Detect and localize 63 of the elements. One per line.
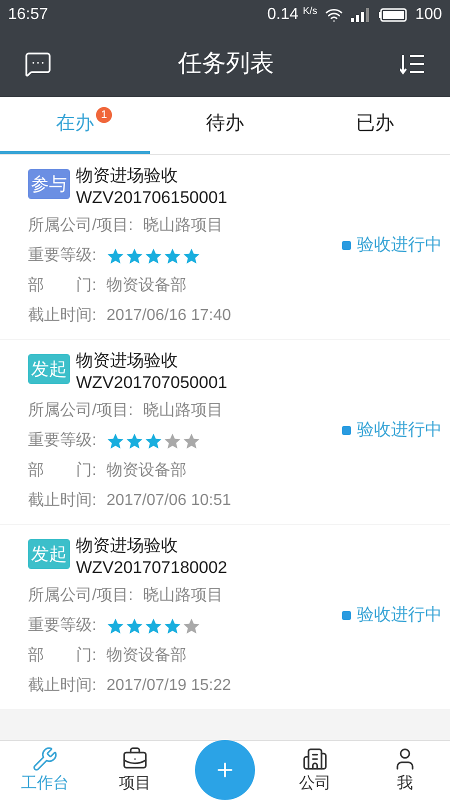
filled-star-icon bbox=[144, 616, 164, 636]
signal-icon bbox=[351, 8, 372, 22]
battery-icon bbox=[379, 8, 408, 22]
nav-tab[interactable]: 我 bbox=[360, 746, 450, 796]
network-speed: 0.14 $^{K/s}$ bbox=[267, 5, 318, 25]
field-value: 2017/06/16 17:40 bbox=[106, 306, 232, 326]
field-value: 物资设备部 bbox=[106, 276, 186, 296]
field-value: 物资设备部 bbox=[106, 460, 186, 481]
field-label: 部 门: bbox=[28, 276, 96, 296]
nav-tab[interactable]: 项目 bbox=[90, 746, 180, 796]
field-value: 2017/07/19 15:22 bbox=[106, 676, 232, 696]
filled-star-icon bbox=[125, 246, 144, 266]
field-value: 物资设备部 bbox=[106, 646, 186, 666]
field-value: 晓山路项目 bbox=[142, 586, 223, 606]
tab[interactable]: 待办 bbox=[150, 97, 300, 154]
field-label: 截止时间: bbox=[28, 490, 96, 511]
notification-badge: 1 bbox=[96, 107, 112, 123]
field-value: 2017/07/06 10:51 bbox=[106, 491, 232, 511]
task-code: WZV201707050001 bbox=[76, 372, 228, 394]
field-label: 部 门: bbox=[28, 646, 96, 666]
field-label: 重要等级: bbox=[28, 616, 96, 636]
task-title: 物资进场验收 bbox=[76, 535, 179, 557]
field-label: 重要等级: bbox=[28, 246, 96, 266]
building-icon bbox=[302, 746, 328, 772]
role-tag: 发起 bbox=[28, 354, 70, 384]
task-status: 验收进行中 bbox=[357, 234, 442, 256]
task-status: 验收进行中 bbox=[357, 604, 442, 626]
field-label: 重要等级: bbox=[28, 430, 96, 451]
filled-star-icon bbox=[163, 616, 182, 636]
filled-star-icon bbox=[106, 432, 126, 450]
filled-star-icon bbox=[125, 616, 144, 636]
task-title: 物资进场验收 bbox=[76, 165, 179, 187]
field-label: 所属公司/项目: bbox=[28, 586, 133, 606]
briefcase-icon bbox=[122, 746, 148, 772]
task-code: WZV201707180002 bbox=[76, 557, 228, 579]
filled-star-icon bbox=[182, 246, 202, 266]
field-label: 所属公司/项目: bbox=[28, 216, 133, 236]
wifi-icon bbox=[325, 6, 344, 24]
filled-star-icon bbox=[144, 246, 164, 266]
field-value: 晓山路项目 bbox=[142, 216, 223, 236]
filled-star-icon bbox=[125, 432, 144, 450]
sort-icon[interactable] bbox=[400, 52, 426, 74]
field-label: 所属公司/项目: bbox=[28, 401, 133, 421]
filled-star-icon bbox=[163, 246, 182, 266]
field-label: 截止时间: bbox=[28, 306, 96, 326]
task-title: 物资进场验收 bbox=[76, 350, 179, 372]
filled-star-icon bbox=[106, 616, 126, 636]
page-title: 任务列表 bbox=[178, 48, 274, 78]
message-icon[interactable] bbox=[24, 50, 52, 78]
role-tag: 参与 bbox=[28, 169, 70, 199]
filled-star-icon bbox=[106, 246, 126, 266]
field-value: 晓山路项目 bbox=[142, 400, 223, 421]
task-code: WZV201706150001 bbox=[76, 187, 228, 209]
nav-tab[interactable]: 公司 bbox=[270, 746, 360, 796]
role-tag: 发起 bbox=[28, 539, 70, 569]
task-status: 验收进行中 bbox=[357, 419, 442, 442]
tab[interactable]: 已办 bbox=[300, 97, 450, 154]
field-label: 部 门: bbox=[28, 460, 96, 481]
wrench-icon bbox=[32, 746, 58, 772]
status-time: 16:57 bbox=[8, 5, 48, 25]
field-label: 截止时间: bbox=[28, 676, 96, 696]
battery-level: 100 bbox=[415, 5, 442, 25]
filled-star-icon bbox=[144, 432, 164, 450]
